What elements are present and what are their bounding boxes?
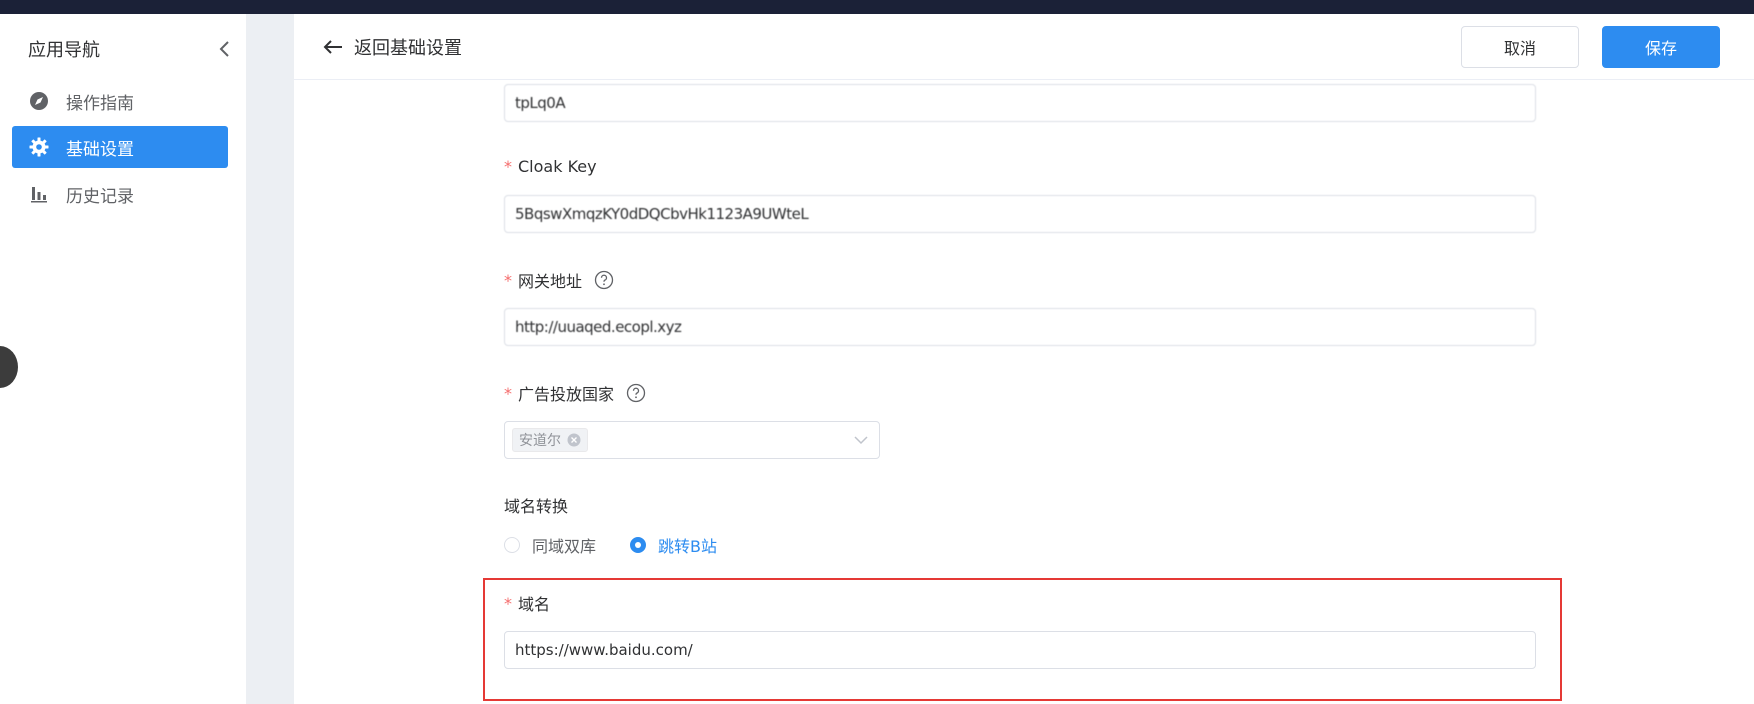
question-circle-icon[interactable] <box>626 383 646 403</box>
compass-icon <box>28 90 50 112</box>
layout-gutter <box>246 14 294 704</box>
sidebar-item-history[interactable]: 历史记录 <box>12 173 228 215</box>
sidebar-item-guide[interactable]: 操作指南 <box>12 80 228 122</box>
bar-chart-icon <box>28 183 50 205</box>
gateway-input[interactable]: http://uuaqed.ecopl.xyz <box>504 308 1536 346</box>
gateway-label: * 网关地址 <box>504 268 614 292</box>
radio-circle[interactable] <box>504 537 520 553</box>
cloak-key-input[interactable]: 5BqswXmqzKY0dDQCbvHk1123A9UWteL <box>504 195 1536 233</box>
question-circle-icon[interactable] <box>594 270 614 290</box>
gateway-label-text: 网关地址 <box>518 272 583 291</box>
content-header: 返回基础设置 取消 保存 <box>294 14 1754 80</box>
cloak-key-label: * Cloak Key <box>504 154 597 178</box>
country-select[interactable]: 安道尔 <box>504 421 880 459</box>
required-mark: * <box>504 270 512 290</box>
save-button[interactable]: 保存 <box>1602 26 1720 68</box>
main-content: 返回基础设置 取消 保存 tpLq0A * Cloak Key 5BqswXmq… <box>294 14 1754 704</box>
field1-value: tpLq0A <box>515 94 566 112</box>
domain-label-text: 域名 <box>518 595 551 614</box>
sidebar-header: 应用导航 <box>28 36 234 62</box>
radio-circle[interactable] <box>630 537 647 553</box>
radio-same-domain[interactable]: 同域双库 <box>504 533 596 557</box>
radio-jump-b-site[interactable]: 跳转B站 <box>630 533 717 557</box>
country-label-text: 广告投放国家 <box>518 385 615 404</box>
sidebar-item-label: 操作指南 <box>66 93 134 114</box>
gateway-value: http://uuaqed.ecopl.xyz <box>515 318 682 336</box>
sidebar-item-basic-settings[interactable]: 基础设置 <box>12 126 228 168</box>
chevron-left-icon[interactable] <box>214 39 234 59</box>
sidebar-item-label: 历史记录 <box>66 186 134 207</box>
required-mark: * <box>504 156 512 176</box>
back-link-label: 返回基础设置 <box>354 38 462 59</box>
cancel-button[interactable]: 取消 <box>1461 26 1579 68</box>
field1-input[interactable]: tpLq0A <box>504 84 1536 122</box>
arrow-left-icon <box>322 35 346 59</box>
country-tag: 安道尔 <box>512 428 588 452</box>
domain-switch-label-text: 域名转换 <box>504 497 569 516</box>
top-bar <box>0 0 1754 14</box>
required-mark: * <box>504 593 512 613</box>
required-mark: * <box>504 383 512 403</box>
sidebar: 应用导航 操作指南 基础设置 历史记录 <box>0 14 246 704</box>
cloak-key-label-text: Cloak Key <box>518 156 597 176</box>
radio-label: 同域双库 <box>532 537 597 556</box>
sidebar-item-label: 基础设置 <box>66 139 134 160</box>
radio-label: 跳转B站 <box>658 537 717 556</box>
gear-icon <box>28 136 50 158</box>
back-link[interactable]: 返回基础设置 <box>322 32 462 62</box>
domain-switch-radio-group: 同域双库 跳转B站 <box>504 533 751 557</box>
country-tag-label: 安道尔 <box>519 433 561 449</box>
domain-switch-label: 域名转换 <box>504 493 568 517</box>
close-circle-icon[interactable] <box>567 433 581 447</box>
sidebar-title: 应用导航 <box>28 40 100 61</box>
country-label: * 广告投放国家 <box>504 381 646 405</box>
domain-value: https://www.baidu.com/ <box>515 641 693 659</box>
domain-label: * 域名 <box>504 591 550 615</box>
domain-input[interactable]: https://www.baidu.com/ <box>504 631 1536 669</box>
chevron-down-icon <box>853 432 869 448</box>
cloak-key-value: 5BqswXmqzKY0dDQCbvHk1123A9UWteL <box>515 205 809 223</box>
